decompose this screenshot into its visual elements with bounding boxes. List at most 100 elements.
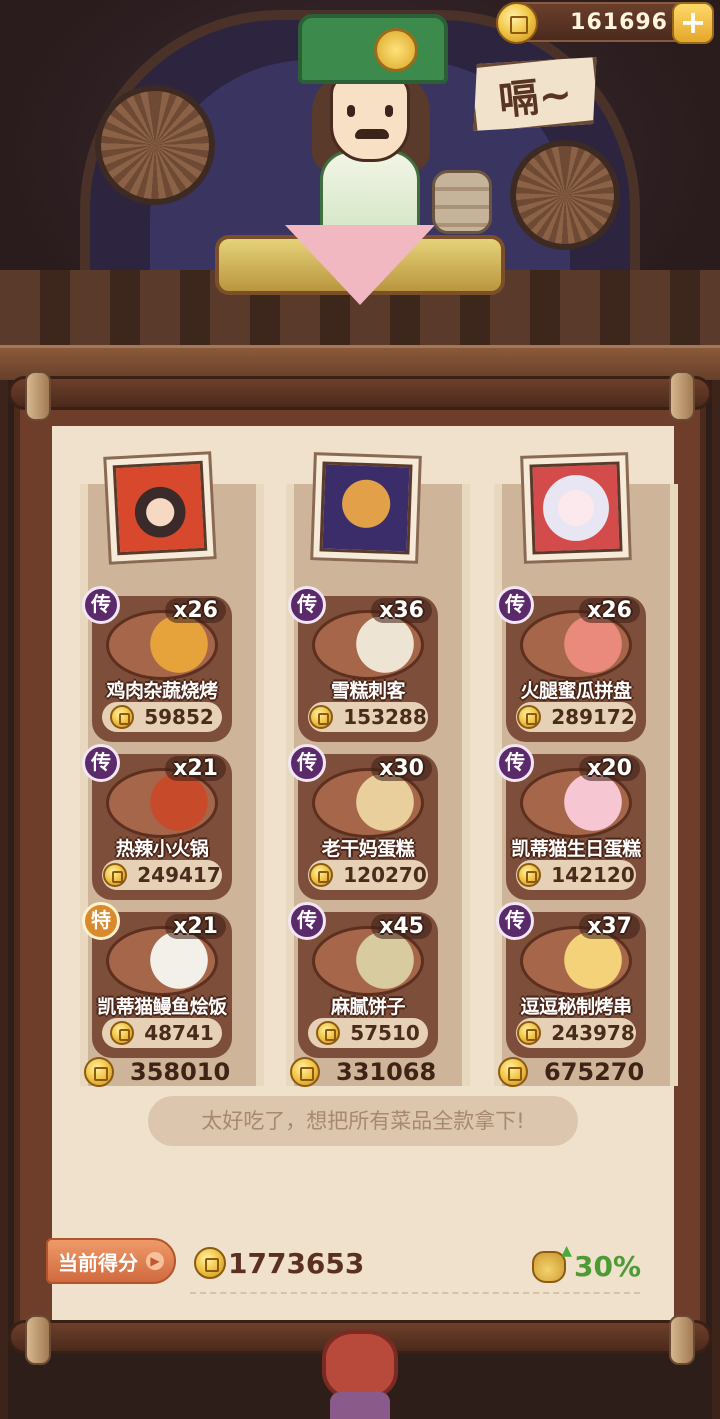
chef-avatar [319,461,413,555]
dish-quantity: x26 [165,598,226,623]
dish-price-value: 48741 [144,1021,214,1045]
scroll-rod-top [8,371,712,421]
dish-price-value: 120270 [343,863,427,887]
dish-card[interactable]: 传 x45 麻腻饼子 57510 [288,902,438,1058]
dish-price-value: 142120 [551,863,635,887]
chef-avatar [529,461,623,555]
dish-name: 老干妈蛋糕 [321,838,415,860]
dish-image [553,775,633,835]
dish-image [345,775,425,835]
dish-price-value: 153288 [343,705,427,729]
coin-icon [194,1247,226,1279]
dish-card[interactable]: 传 x37 逗逗秘制烤串 243978 [496,902,646,1058]
chef-portrait[interactable] [103,451,217,565]
right-frame [712,380,720,1419]
dish-card[interactable]: 传 x20 凯蒂猫生日蛋糕 142120 [496,744,646,900]
add-coins-button[interactable]: + [672,2,714,44]
rarity-badge: 传 [82,744,120,782]
rarity-badge: 传 [288,586,326,624]
coin-icon [290,1057,320,1087]
dish-price: 48741 [102,1018,222,1048]
dish-name: 凯蒂猫生日蛋糕 [511,838,641,860]
coin-icon [110,1021,135,1045]
hat-coin-icon [374,28,418,72]
rarity-badge: 传 [496,744,534,782]
play-arrow-icon: ▶ [146,1252,164,1270]
dish-quantity: x30 [371,756,432,781]
coin-balance: 161696 [570,10,668,35]
dish-quantity: x26 [579,598,640,623]
dish-price-value: 243978 [551,1021,635,1045]
column-total-value: 675270 [544,1058,645,1086]
chef-portrait[interactable] [310,452,422,564]
coin-icon [309,863,334,887]
money-bag-up-icon [532,1243,572,1283]
coin-icon [316,1021,341,1045]
burp-sign: 嗝~ [467,51,604,136]
dish-card[interactable]: 特 x21 凯蒂猫鳗鱼烩饭 48741 [82,902,232,1058]
rarity-badge: 传 [288,902,326,940]
customer-hat [298,14,448,84]
dish-price: 59852 [102,702,222,732]
dish-image [139,933,219,993]
column-total: 675270 [498,1056,644,1088]
dish-image [139,617,219,677]
customer-robe [320,150,420,235]
left-frame [0,380,8,1419]
folding-fan-icon [510,140,620,250]
folding-fan-icon [95,85,215,205]
dish-card[interactable]: 传 x26 鸡肉杂蔬烧烤 59852 [82,586,232,742]
coin-icon [517,1021,542,1045]
dish-price-value: 57510 [350,1021,420,1045]
dish-image [553,617,633,677]
coin-icon [103,863,128,887]
chef-portrait[interactable] [520,452,632,564]
bonus-rate-value: 30% [574,1250,642,1283]
dish-price: 249417 [102,860,222,890]
divider [190,1292,640,1294]
current-score-label: 当前得分 [58,1251,138,1275]
dish-price: 153288 [308,702,428,732]
dish-card[interactable]: 传 x21 热辣小火锅 249417 [82,744,232,900]
dish-quantity: x20 [579,756,640,781]
dish-card[interactable]: 传 x36 雪糕刺客 153288 [288,586,438,742]
dish-card[interactable]: 传 x26 火腿蜜瓜拼盘 289172 [496,586,646,742]
wooden-beam [0,345,720,380]
coin-icon [517,705,542,729]
dish-name: 热辣小火锅 [115,838,209,860]
dish-quantity: x37 [579,914,640,939]
stacked-bowls [432,170,492,234]
dish-image [553,933,633,993]
dish-price: 243978 [516,1018,636,1048]
column-total: 358010 [84,1056,230,1088]
customer-face [330,74,410,162]
dish-price: 120270 [308,860,428,890]
dish-name: 逗逗秘制烤串 [520,996,632,1018]
coin-icon [110,705,135,729]
rarity-badge: 传 [82,586,120,624]
dish-price-value: 59852 [144,705,214,729]
coin-icon [309,705,334,729]
chinese-knot-icon [322,1330,398,1400]
dish-quantity: x21 [165,756,226,781]
column-total-value: 331068 [336,1058,437,1086]
dish-name: 雪糕刺客 [330,680,406,702]
column-total: 331068 [290,1056,436,1088]
tassel [330,1392,390,1419]
rarity-badge: 传 [496,586,534,624]
coin-icon [84,1057,114,1087]
dish-price: 142120 [516,860,636,890]
rarity-badge: 传 [496,902,534,940]
dish-quantity: x21 [165,914,226,939]
dish-price: 289172 [516,702,636,732]
dish-image [139,775,219,835]
dish-price-value: 249417 [137,863,221,887]
coin-icon [496,2,538,44]
chef-avatar [112,460,208,556]
dish-name: 凯蒂猫鳗鱼烩饭 [97,996,227,1018]
current-score-tag: 当前得分 ▶ [46,1238,176,1284]
dish-quantity: x36 [371,598,432,623]
dish-price-value: 289172 [551,705,635,729]
dish-image [345,933,425,993]
dish-card[interactable]: 传 x30 老干妈蛋糕 120270 [288,744,438,900]
